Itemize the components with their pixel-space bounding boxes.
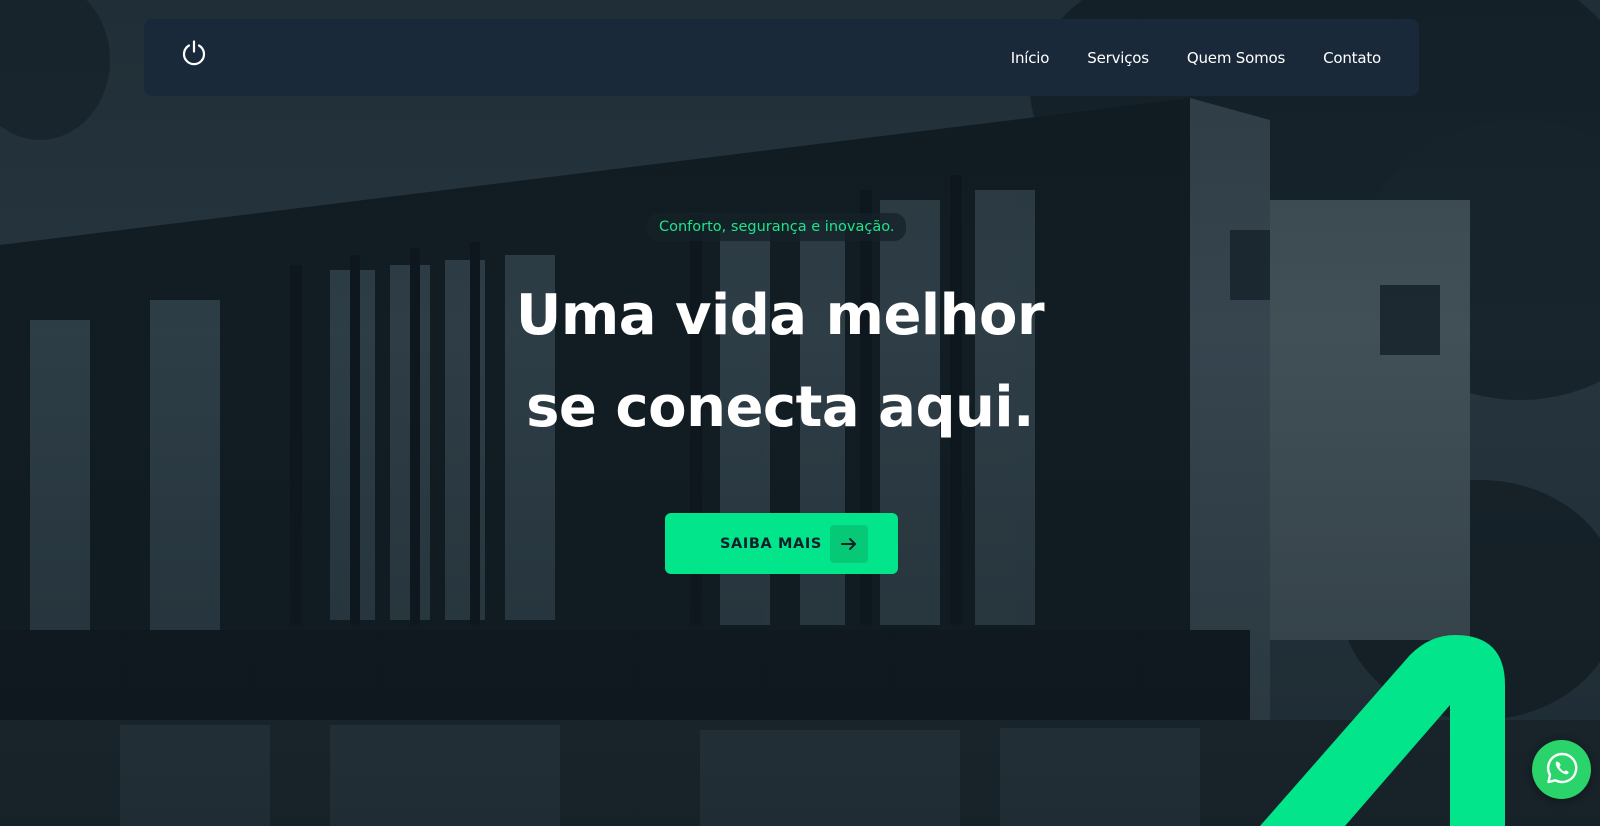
arrow-right-icon bbox=[830, 525, 868, 563]
hero-headline-line-2: se conecta aqui. bbox=[526, 375, 1034, 440]
nav-links: Início Serviços Quem Somos Contato bbox=[1011, 19, 1381, 96]
power-icon[interactable] bbox=[180, 39, 208, 67]
saiba-mais-button[interactable]: SAIBA MAIS bbox=[665, 513, 898, 574]
saiba-mais-label: SAIBA MAIS bbox=[720, 535, 822, 552]
nav-link-quem-somos[interactable]: Quem Somos bbox=[1187, 49, 1285, 67]
whatsapp-icon bbox=[1545, 751, 1579, 789]
decorative-green-arch bbox=[1260, 635, 1505, 826]
hero-tagline: Conforto, segurança e inovação. bbox=[647, 213, 907, 241]
hero-headline: Uma vida melhor se conecta aqui. bbox=[380, 270, 1180, 454]
hero-headline-line-1: Uma vida melhor bbox=[515, 283, 1045, 348]
nav-link-inicio[interactable]: Início bbox=[1011, 49, 1050, 67]
whatsapp-button[interactable] bbox=[1532, 740, 1591, 799]
nav-link-servicos[interactable]: Serviços bbox=[1087, 49, 1149, 67]
top-navbar: Início Serviços Quem Somos Contato bbox=[144, 19, 1419, 96]
nav-link-contato[interactable]: Contato bbox=[1323, 49, 1381, 67]
